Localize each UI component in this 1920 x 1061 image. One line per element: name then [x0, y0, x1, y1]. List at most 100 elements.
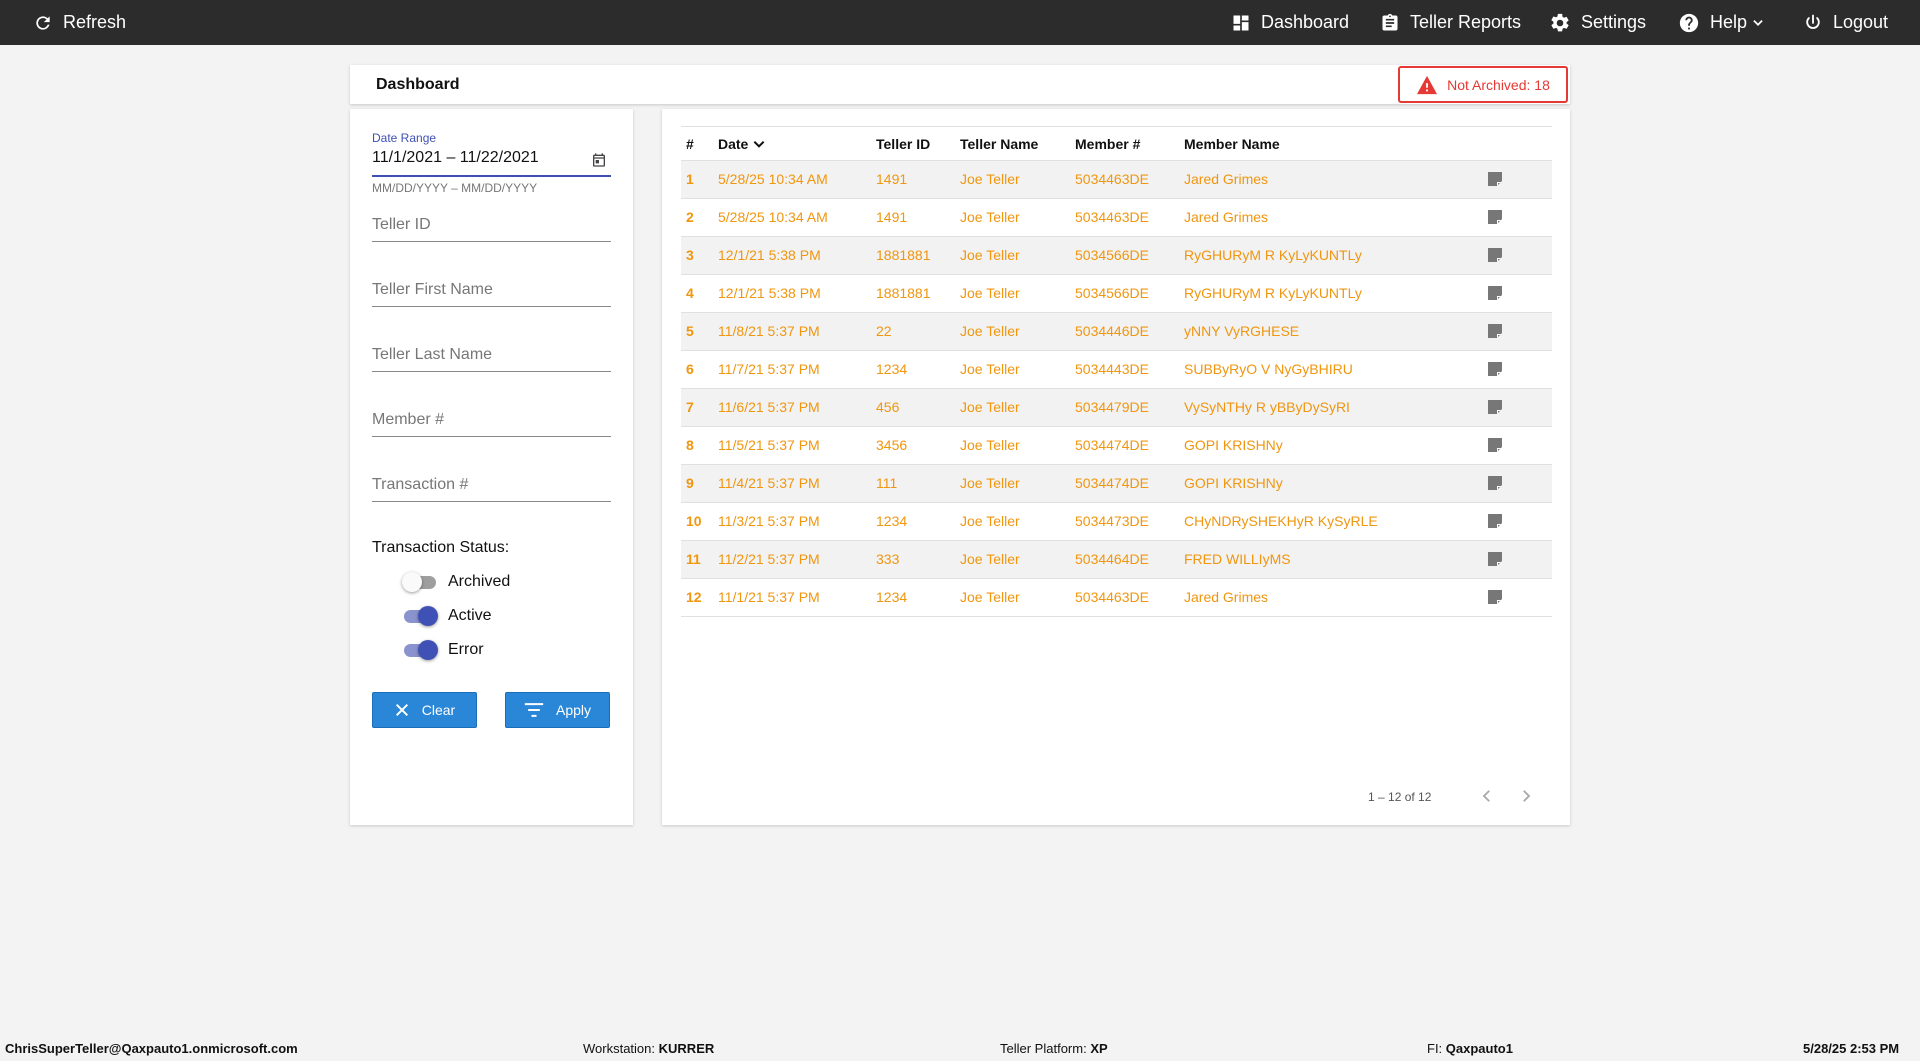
table-row[interactable]: 3 12/1/21 5:38 PM 1881881 Joe Teller 5034566… [681, 237, 1552, 275]
table-header: # Date Teller ID Teller Name Member # Me… [681, 126, 1552, 161]
chevron-right-icon[interactable] [1517, 787, 1535, 805]
footer-fi: FI: Qaxpauto1 [1427, 1041, 1513, 1056]
calendar-icon[interactable] [591, 152, 607, 168]
table-row[interactable]: 8 11/5/21 5:37 PM 3456 Joe Teller 5034474DE G… [681, 427, 1552, 465]
power-icon [1806, 14, 1820, 29]
header-member-number[interactable]: Member # [1075, 127, 1140, 161]
row-teller-id: 1881881 [876, 285, 931, 301]
row-teller-name: Joe Teller [960, 323, 1020, 339]
transaction-number-field [372, 470, 611, 502]
note-icon[interactable] [1487, 551, 1503, 567]
nav-settings[interactable]: Settings [1549, 0, 1646, 45]
table-row[interactable]: 1 5/28/25 10:34 AM 1491 Joe Teller 5034463DE… [681, 161, 1552, 199]
note-icon[interactable] [1487, 399, 1503, 415]
header-teller-name[interactable]: Teller Name [960, 127, 1038, 161]
note-icon[interactable] [1487, 513, 1503, 529]
chevron-left-icon[interactable] [1478, 787, 1496, 805]
note-icon[interactable] [1487, 361, 1503, 377]
footer-datetime: 5/28/25 2:53 PM [1803, 1041, 1899, 1056]
teller-last-name-input[interactable] [372, 340, 611, 364]
refresh-label: Refresh [63, 12, 127, 32]
nav-teller-reports[interactable]: Teller Reports [1380, 0, 1521, 45]
row-teller-name: Joe Teller [960, 399, 1020, 415]
archived-label: Archived [448, 573, 511, 590]
teller-first-name-input[interactable] [372, 275, 611, 299]
transaction-number-input[interactable] [372, 470, 611, 494]
chevron-down-icon [1753, 19, 1763, 26]
table-row[interactable]: 11 11/2/21 5:37 PM 333 Joe Teller 5034464DE F… [681, 541, 1552, 579]
active-toggle-row: Active [402, 606, 492, 626]
active-toggle[interactable] [402, 606, 438, 626]
table-row[interactable]: 6 11/7/21 5:37 PM 1234 Joe Teller 5034443DE S… [681, 351, 1552, 389]
nav-logout-label: Logout [1833, 12, 1889, 32]
table-row[interactable]: 9 11/4/21 5:37 PM 111 Joe Teller 5034474DE GO… [681, 465, 1552, 503]
teller-first-name-field [372, 275, 611, 307]
page-header: Dashboard [350, 65, 1570, 104]
note-icon[interactable] [1487, 437, 1503, 453]
row-member-name: GOPI KRISHNy [1184, 475, 1283, 491]
row-number: 5 [686, 323, 694, 339]
refresh-button[interactable]: Refresh [33, 0, 126, 45]
row-date: 11/5/21 5:37 PM [718, 437, 820, 453]
footer-user-email: ChrisSuperTeller@Qaxpauto1.onmicrosoft.c… [5, 1041, 298, 1056]
row-member-name: VySyNTHy R yBByDySyRI [1184, 399, 1350, 415]
table-row[interactable]: 5 11/8/21 5:37 PM 22 Joe Teller 5034446DE yNN… [681, 313, 1552, 351]
nav-dashboard[interactable]: Dashboard [1231, 0, 1349, 45]
row-teller-name: Joe Teller [960, 209, 1020, 225]
row-member-number: 5034446DE [1075, 323, 1149, 339]
row-member-number: 5034479DE [1075, 399, 1149, 415]
row-member-name: SUBByRyO V NyGyBHIRU [1184, 361, 1353, 377]
footer-workstation-value: KURRER [658, 1041, 715, 1056]
row-date: 12/1/21 5:38 PM [718, 285, 821, 301]
nav-logout[interactable]: Logout [1803, 0, 1888, 45]
apply-button[interactable]: Apply [505, 692, 610, 728]
archived-toggle[interactable] [402, 572, 438, 592]
row-teller-name: Joe Teller [960, 171, 1020, 187]
nav-dashboard-label: Dashboard [1261, 12, 1350, 32]
header-date[interactable]: Date [718, 127, 766, 161]
row-date: 5/28/25 10:34 AM [718, 171, 828, 187]
transaction-status-title: Transaction Status: [372, 539, 510, 556]
table-row[interactable]: 7 11/6/21 5:37 PM 456 Joe Teller 5034479DE Vy… [681, 389, 1552, 427]
row-teller-id: 456 [876, 399, 900, 415]
teller-id-input[interactable] [372, 210, 611, 234]
row-teller-name: Joe Teller [960, 475, 1020, 491]
clear-button[interactable]: Clear [372, 692, 477, 728]
row-date: 11/2/21 5:37 PM [718, 551, 820, 567]
not-archived-badge[interactable]: Not Archived: 18 [1398, 66, 1568, 103]
row-member-number: 5034473DE [1075, 513, 1149, 529]
table-row[interactable]: 10 11/3/21 5:37 PM 1234 Joe Teller 5034473DE… [681, 503, 1552, 541]
note-icon[interactable] [1487, 589, 1503, 605]
note-icon[interactable] [1487, 247, 1503, 263]
row-member-number: 5034463DE [1075, 589, 1149, 605]
apply-label: Apply [555, 702, 592, 718]
row-number: 7 [686, 399, 694, 415]
footer-platform-label: Teller Platform: [1000, 1041, 1087, 1056]
note-icon[interactable] [1487, 209, 1503, 225]
table-row[interactable]: 2 5/28/25 10:34 AM 1491 Joe Teller 5034463DE… [681, 199, 1552, 237]
header-teller-id[interactable]: Teller ID [876, 127, 930, 161]
row-teller-name: Joe Teller [960, 285, 1020, 301]
date-range-input[interactable]: 11/1/2021 – 11/22/2021 [372, 149, 539, 167]
status-footer: ChrisSuperTeller@Qaxpauto1.onmicrosoft.c… [0, 1037, 1920, 1061]
error-toggle[interactable] [402, 640, 438, 660]
not-archived-label: Not Archived: 18 [1447, 76, 1550, 93]
table-row[interactable]: 12 11/1/21 5:37 PM 1234 Joe Teller 5034463DE… [681, 579, 1552, 617]
nav-help[interactable]: Help [1678, 0, 1765, 45]
note-icon[interactable] [1487, 171, 1503, 187]
header-member-name[interactable]: Member Name [1184, 127, 1280, 161]
row-member-name: FRED WILLIyMS [1184, 551, 1291, 567]
row-number: 9 [686, 475, 694, 491]
table-row[interactable]: 4 12/1/21 5:38 PM 1881881 Joe Teller 5034566… [681, 275, 1552, 313]
note-icon[interactable] [1487, 475, 1503, 491]
member-number-input[interactable] [372, 405, 611, 429]
row-teller-id: 1491 [876, 209, 908, 225]
row-teller-name: Joe Teller [960, 437, 1020, 453]
row-member-number: 5034474DE [1075, 437, 1149, 453]
row-member-name: RyGHURyM R KyLyKUNTLy [1184, 247, 1362, 263]
row-date: 11/7/21 5:37 PM [718, 361, 820, 377]
note-icon[interactable] [1487, 285, 1503, 301]
refresh-icon [36, 15, 50, 30]
note-icon[interactable] [1487, 323, 1503, 339]
row-teller-id: 1234 [876, 589, 908, 605]
